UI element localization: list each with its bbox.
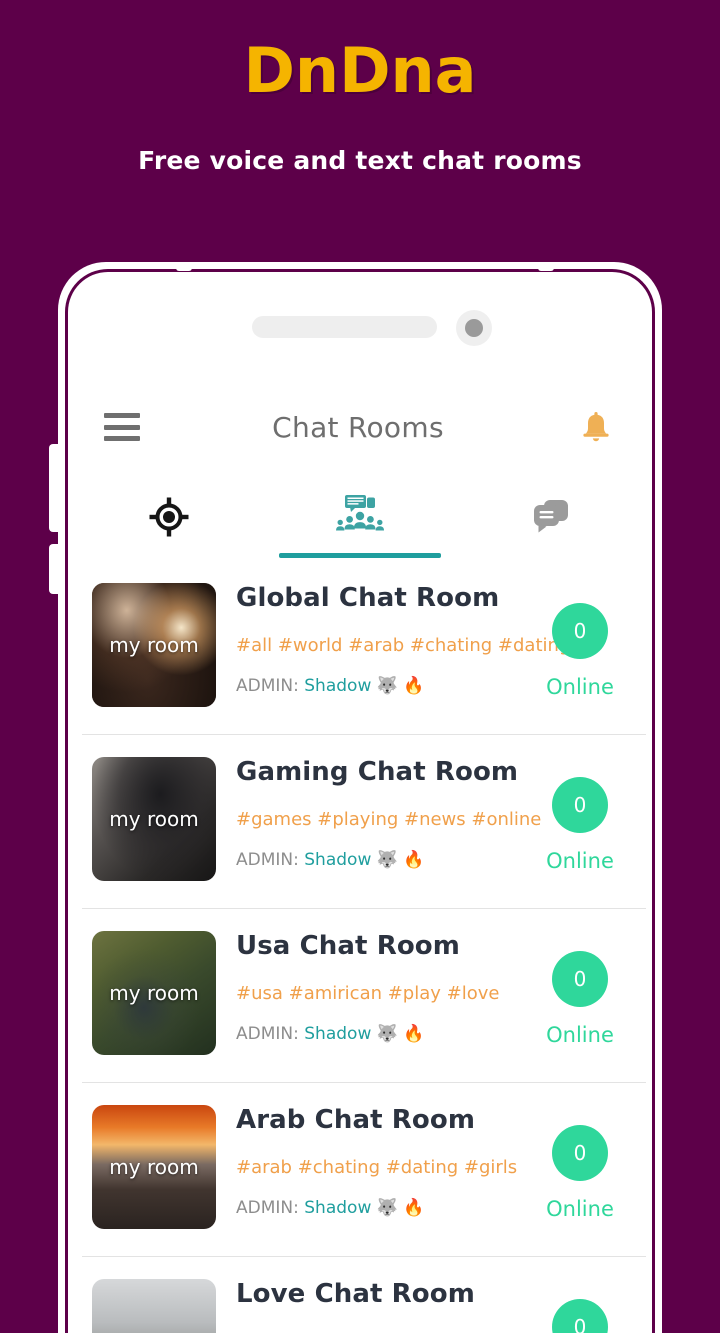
- room-online-status: 0 Online: [524, 577, 636, 699]
- room-thumbnail-label: my room: [109, 1155, 199, 1179]
- phone-mockup: Chat Rooms my room Global Chat Room #all…: [49, 262, 662, 1333]
- chat-room-row[interactable]: my room Usa Chat Room #usa #amirican #pl…: [74, 908, 646, 1082]
- room-admin-name: Shadow: [304, 676, 372, 696]
- room-thumbnail-label: my room: [109, 633, 199, 657]
- room-title: Gaming Chat Room: [236, 757, 519, 787]
- room-admin-line: ADMIN: Shadow 🐺 🔥: [236, 676, 524, 696]
- hamburger-menu-icon[interactable]: [104, 413, 140, 441]
- room-title: Love Chat Room: [236, 1279, 475, 1309]
- room-thumbnail[interactable]: my room: [92, 1105, 216, 1229]
- hamburger-bar-1: [104, 413, 140, 418]
- room-thumbnail[interactable]: my room: [92, 931, 216, 1055]
- room-admin-label: ADMIN:: [236, 850, 299, 870]
- room-admin-name: Shadow: [304, 1198, 372, 1218]
- room-title: Arab Chat Room: [236, 1105, 476, 1135]
- room-admin-line: ADMIN: Shadow 🐺 🔥: [236, 1024, 524, 1044]
- room-info: Gaming Chat Room #games #playing #news #…: [216, 751, 542, 870]
- chat-room-row[interactable]: my room Global Chat Room #all #world #ar…: [74, 560, 646, 734]
- room-admin-emoji: 🐺 🔥: [376, 850, 425, 870]
- room-thumbnail-label: my room: [92, 1329, 216, 1333]
- app-name-title: DnDna: [243, 34, 477, 107]
- front-camera: [456, 310, 492, 346]
- room-admin-name: Shadow: [304, 1024, 372, 1044]
- online-label: Online: [546, 1023, 614, 1047]
- room-admin-emoji: 🐺 🔥: [376, 1198, 425, 1218]
- app-bar: Chat Rooms: [74, 386, 646, 468]
- chat-room-row[interactable]: my room Arab Chat Room #arab #chating #d…: [74, 1082, 646, 1256]
- online-label: Online: [546, 849, 614, 873]
- room-online-status: 0 Online: [524, 925, 636, 1047]
- promo-header: DnDna Free voice and text chat rooms: [0, 0, 720, 175]
- online-count-badge: 0: [552, 951, 608, 1007]
- tab-nearby[interactable]: [74, 476, 265, 558]
- tab-chat-rooms[interactable]: [265, 476, 456, 558]
- phone-top-nub-right: [538, 264, 554, 271]
- room-tags: #usa #amirican #play #love: [236, 983, 500, 1004]
- earpiece-speaker: [252, 316, 437, 338]
- room-online-status: 0 Online: [524, 751, 636, 873]
- page-title: Chat Rooms: [272, 410, 444, 444]
- room-thumbnail-label: my room: [109, 981, 199, 1005]
- phone-screen: Chat Rooms my room Global Chat Room #all…: [74, 278, 646, 1333]
- room-admin-label: ADMIN:: [236, 1024, 299, 1044]
- room-tags: #arab #chating #dating #girls: [236, 1157, 518, 1178]
- online-label: Online: [546, 675, 614, 699]
- room-thumbnail[interactable]: my room: [92, 757, 216, 881]
- online-count-badge: 0: [552, 603, 608, 659]
- phone-volume-button[interactable]: [49, 444, 59, 532]
- room-admin-line: ADMIN: Shadow 🐺 🔥: [236, 850, 524, 870]
- room-thumbnail-image: [92, 1279, 216, 1333]
- online-count-badge: 0: [552, 1125, 608, 1181]
- room-admin-line: ADMIN: Shadow 🐺 🔥: [236, 1198, 524, 1218]
- room-admin-emoji: 🐺 🔥: [376, 1024, 425, 1044]
- group-chat-icon: [336, 495, 384, 531]
- room-info: Usa Chat Room #usa #amirican #play #love…: [216, 925, 524, 1044]
- room-info: Arab Chat Room #arab #chating #dating #g…: [216, 1099, 524, 1218]
- room-title: Usa Chat Room: [236, 931, 460, 961]
- hamburger-bar-2: [104, 424, 140, 430]
- room-thumbnail-label: my room: [109, 807, 199, 831]
- tab-bar: [74, 476, 646, 558]
- message-bubbles-icon: [533, 500, 568, 533]
- room-admin-emoji: 🐺 🔥: [376, 676, 425, 696]
- room-info: Global Chat Room #all #world #arab #chat…: [216, 577, 571, 696]
- location-target-icon: [149, 497, 189, 537]
- room-admin-name: Shadow: [304, 850, 372, 870]
- room-title: Global Chat Room: [236, 583, 500, 613]
- tab-messages[interactable]: [455, 476, 646, 558]
- room-admin-label: ADMIN:: [236, 1198, 299, 1218]
- online-count-badge: 0: [552, 777, 608, 833]
- online-label: Online: [546, 1197, 614, 1221]
- room-online-status: 0 Online: [524, 1099, 636, 1221]
- phone-top-nub-left: [176, 264, 192, 271]
- chat-room-row[interactable]: my room Love Chat Room #love #dating #sh…: [74, 1256, 646, 1333]
- app-tagline: Free voice and text chat rooms: [138, 146, 582, 176]
- room-thumbnail[interactable]: my room: [92, 1279, 216, 1333]
- camera-lens: [465, 319, 483, 337]
- room-info: Love Chat Room #love #dating #share #dis…: [216, 1273, 534, 1333]
- phone-power-button[interactable]: [49, 544, 59, 594]
- chat-room-list[interactable]: my room Global Chat Room #all #world #ar…: [74, 560, 646, 1333]
- room-online-status: 0 Online: [524, 1273, 636, 1333]
- tab-underline-chat-rooms: [278, 553, 442, 558]
- online-count-badge: 0: [552, 1299, 608, 1333]
- bell-icon[interactable]: [576, 407, 616, 447]
- room-tags: #games #playing #news #online: [236, 809, 542, 830]
- room-admin-label: ADMIN:: [236, 676, 299, 696]
- room-thumbnail[interactable]: my room: [92, 583, 216, 707]
- hamburger-bar-3: [104, 436, 140, 441]
- chat-room-row[interactable]: my room Gaming Chat Room #games #playing…: [74, 734, 646, 908]
- room-tags: #all #world #arab #chating #dating: [236, 635, 571, 656]
